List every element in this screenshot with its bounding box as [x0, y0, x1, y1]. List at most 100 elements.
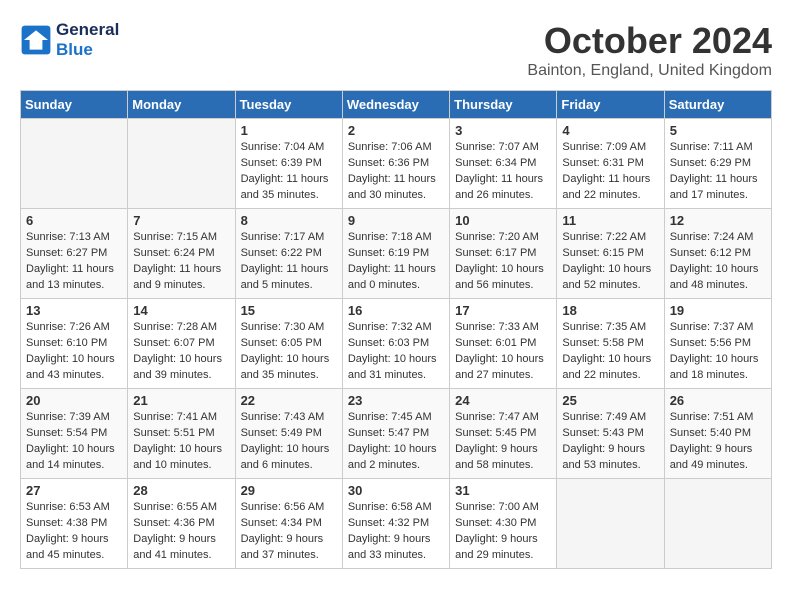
day-number: 21: [133, 393, 229, 408]
calendar-cell: 24 Sunrise: 7:47 AMSunset: 5:45 PMDayligh…: [450, 389, 557, 479]
weekday-header: Saturday: [664, 91, 771, 119]
cell-content: Sunrise: 7:33 AMSunset: 6:01 PMDaylight:…: [455, 320, 551, 384]
calendar-cell: 26Sunrise: 7:51 AMSunset: 5:40 PMDayligh…: [664, 389, 771, 479]
weekday-header: Friday: [557, 91, 664, 119]
calendar-cell: 29Sunrise: 6:56 AMSunset: 4:34 PMDayligh…: [235, 479, 342, 569]
day-number: 4: [562, 123, 658, 138]
calendar-cell: [128, 119, 235, 209]
month-title: October 2024: [527, 20, 772, 62]
cell-content: Sunrise: 7:17 AMSunset: 6:22 PMDaylight:…: [241, 230, 337, 294]
day-number: 31: [455, 483, 551, 498]
day-number: 10: [455, 213, 551, 228]
calendar-cell: 19 Sunrise: 7:37 AMSunset: 5:56 PMDayligh…: [664, 299, 771, 389]
calendar-cell: 6Sunrise: 7:13 AMSunset: 6:27 PMDaylight…: [21, 209, 128, 299]
cell-content: Sunrise: 6:56 AMSunset: 4:34 PMDaylight:…: [241, 500, 337, 564]
day-number: 22: [241, 393, 337, 408]
calendar-cell: 23 Sunrise: 7:45 AMSunset: 5:47 PMDayligh…: [342, 389, 449, 479]
cell-content: Sunrise: 7:20 AMSunset: 6:17 PMDaylight:…: [455, 230, 551, 294]
calendar-cell: 30Sunrise: 6:58 AMSunset: 4:32 PMDayligh…: [342, 479, 449, 569]
cell-content: Sunrise: 7:06 AMSunset: 6:36 PMDaylight:…: [348, 140, 444, 204]
title-area: October 2024 Bainton, England, United Ki…: [527, 20, 772, 80]
weekday-header: Wednesday: [342, 91, 449, 119]
day-number: 15: [241, 303, 337, 318]
calendar-cell: [557, 479, 664, 569]
calendar-cell: 2 Sunrise: 7:06 AMSunset: 6:36 PMDaylight…: [342, 119, 449, 209]
calendar-cell: 5Sunrise: 7:11 AMSunset: 6:29 PMDaylight…: [664, 119, 771, 209]
calendar-cell: 12 Sunrise: 7:24 AMSunset: 6:12 PMDayligh…: [664, 209, 771, 299]
calendar-week-row: 6Sunrise: 7:13 AMSunset: 6:27 PMDaylight…: [21, 209, 772, 299]
day-number: 13: [26, 303, 122, 318]
cell-content: Sunrise: 7:35 AMSunset: 5:58 PMDaylight:…: [562, 320, 658, 384]
cell-content: Sunrise: 7:49 AMSunset: 5:43 PMDaylight:…: [562, 410, 658, 474]
calendar-cell: 25 Sunrise: 7:49 AMSunset: 5:43 PMDayligh…: [557, 389, 664, 479]
cell-content: Sunrise: 7:26 AMSunset: 6:10 PMDaylight:…: [26, 320, 122, 384]
calendar-cell: 7 Sunrise: 7:15 AMSunset: 6:24 PMDaylight…: [128, 209, 235, 299]
day-number: 27: [26, 483, 122, 498]
day-number: 2: [348, 123, 444, 138]
calendar-cell: 18 Sunrise: 7:35 AMSunset: 5:58 PMDayligh…: [557, 299, 664, 389]
logo-text: General Blue: [56, 20, 119, 60]
cell-content: Sunrise: 7:13 AMSunset: 6:27 PMDaylight:…: [26, 230, 122, 294]
cell-content: Sunrise: 7:39 AMSunset: 5:54 PMDaylight:…: [26, 410, 122, 474]
day-number: 5: [670, 123, 766, 138]
calendar-table: SundayMondayTuesdayWednesdayThursdayFrid…: [20, 90, 772, 569]
cell-content: Sunrise: 7:45 AMSunset: 5:47 PMDaylight:…: [348, 410, 444, 474]
cell-content: Sunrise: 7:15 AMSunset: 6:24 PMDaylight:…: [133, 230, 229, 294]
cell-content: Sunrise: 7:07 AMSunset: 6:34 PMDaylight:…: [455, 140, 551, 204]
cell-content: Sunrise: 7:30 AMSunset: 6:05 PMDaylight:…: [241, 320, 337, 384]
weekday-header: Monday: [128, 91, 235, 119]
calendar-cell: 17 Sunrise: 7:33 AMSunset: 6:01 PMDayligh…: [450, 299, 557, 389]
calendar-week-row: 13 Sunrise: 7:26 AMSunset: 6:10 PMDayligh…: [21, 299, 772, 389]
weekday-header: Sunday: [21, 91, 128, 119]
calendar-cell: 16Sunrise: 7:32 AMSunset: 6:03 PMDayligh…: [342, 299, 449, 389]
cell-content: Sunrise: 7:09 AMSunset: 6:31 PMDaylight:…: [562, 140, 658, 204]
day-number: 8: [241, 213, 337, 228]
location: Bainton, England, United Kingdom: [527, 62, 772, 80]
day-number: 14: [133, 303, 229, 318]
day-number: 11: [562, 213, 658, 228]
calendar-week-row: 27Sunrise: 6:53 AMSunset: 4:38 PMDayligh…: [21, 479, 772, 569]
day-number: 16: [348, 303, 444, 318]
calendar-cell: 21 Sunrise: 7:41 AMSunset: 5:51 PMDayligh…: [128, 389, 235, 479]
calendar-cell: 28Sunrise: 6:55 AMSunset: 4:36 PMDayligh…: [128, 479, 235, 569]
calendar-cell: 10 Sunrise: 7:20 AMSunset: 6:17 PMDayligh…: [450, 209, 557, 299]
calendar-week-row: 1Sunrise: 7:04 AMSunset: 6:39 PMDaylight…: [21, 119, 772, 209]
day-number: 26: [670, 393, 766, 408]
logo-icon: [20, 24, 52, 56]
calendar-cell: 27Sunrise: 6:53 AMSunset: 4:38 PMDayligh…: [21, 479, 128, 569]
cell-content: Sunrise: 7:37 AMSunset: 5:56 PMDaylight:…: [670, 320, 766, 384]
page-header: General Blue October 2024 Bainton, Engla…: [20, 20, 772, 80]
cell-content: Sunrise: 7:22 AMSunset: 6:15 PMDaylight:…: [562, 230, 658, 294]
calendar-cell: [21, 119, 128, 209]
cell-content: Sunrise: 7:04 AMSunset: 6:39 PMDaylight:…: [241, 140, 337, 204]
calendar-cell: 22 Sunrise: 7:43 AMSunset: 5:49 PMDayligh…: [235, 389, 342, 479]
day-number: 12: [670, 213, 766, 228]
calendar-cell: [664, 479, 771, 569]
day-number: 3: [455, 123, 551, 138]
day-number: 17: [455, 303, 551, 318]
day-number: 19: [670, 303, 766, 318]
cell-content: Sunrise: 6:55 AMSunset: 4:36 PMDaylight:…: [133, 500, 229, 564]
day-number: 20: [26, 393, 122, 408]
day-number: 23: [348, 393, 444, 408]
calendar-week-row: 20 Sunrise: 7:39 AMSunset: 5:54 PMDayligh…: [21, 389, 772, 479]
cell-content: Sunrise: 7:28 AMSunset: 6:07 PMDaylight:…: [133, 320, 229, 384]
day-number: 25: [562, 393, 658, 408]
cell-content: Sunrise: 7:24 AMSunset: 6:12 PMDaylight:…: [670, 230, 766, 294]
cell-content: Sunrise: 7:47 AMSunset: 5:45 PMDaylight:…: [455, 410, 551, 474]
cell-content: Sunrise: 7:41 AMSunset: 5:51 PMDaylight:…: [133, 410, 229, 474]
calendar-cell: 8 Sunrise: 7:17 AMSunset: 6:22 PMDaylight…: [235, 209, 342, 299]
day-number: 7: [133, 213, 229, 228]
calendar-cell: 3 Sunrise: 7:07 AMSunset: 6:34 PMDaylight…: [450, 119, 557, 209]
logo: General Blue: [20, 20, 119, 60]
calendar-cell: 13 Sunrise: 7:26 AMSunset: 6:10 PMDayligh…: [21, 299, 128, 389]
day-number: 24: [455, 393, 551, 408]
calendar-cell: 4 Sunrise: 7:09 AMSunset: 6:31 PMDaylight…: [557, 119, 664, 209]
weekday-header: Thursday: [450, 91, 557, 119]
day-number: 18: [562, 303, 658, 318]
cell-content: Sunrise: 6:58 AMSunset: 4:32 PMDaylight:…: [348, 500, 444, 564]
day-number: 9: [348, 213, 444, 228]
calendar-cell: 14 Sunrise: 7:28 AMSunset: 6:07 PMDayligh…: [128, 299, 235, 389]
cell-content: Sunrise: 7:43 AMSunset: 5:49 PMDaylight:…: [241, 410, 337, 474]
calendar-cell: 15 Sunrise: 7:30 AMSunset: 6:05 PMDayligh…: [235, 299, 342, 389]
